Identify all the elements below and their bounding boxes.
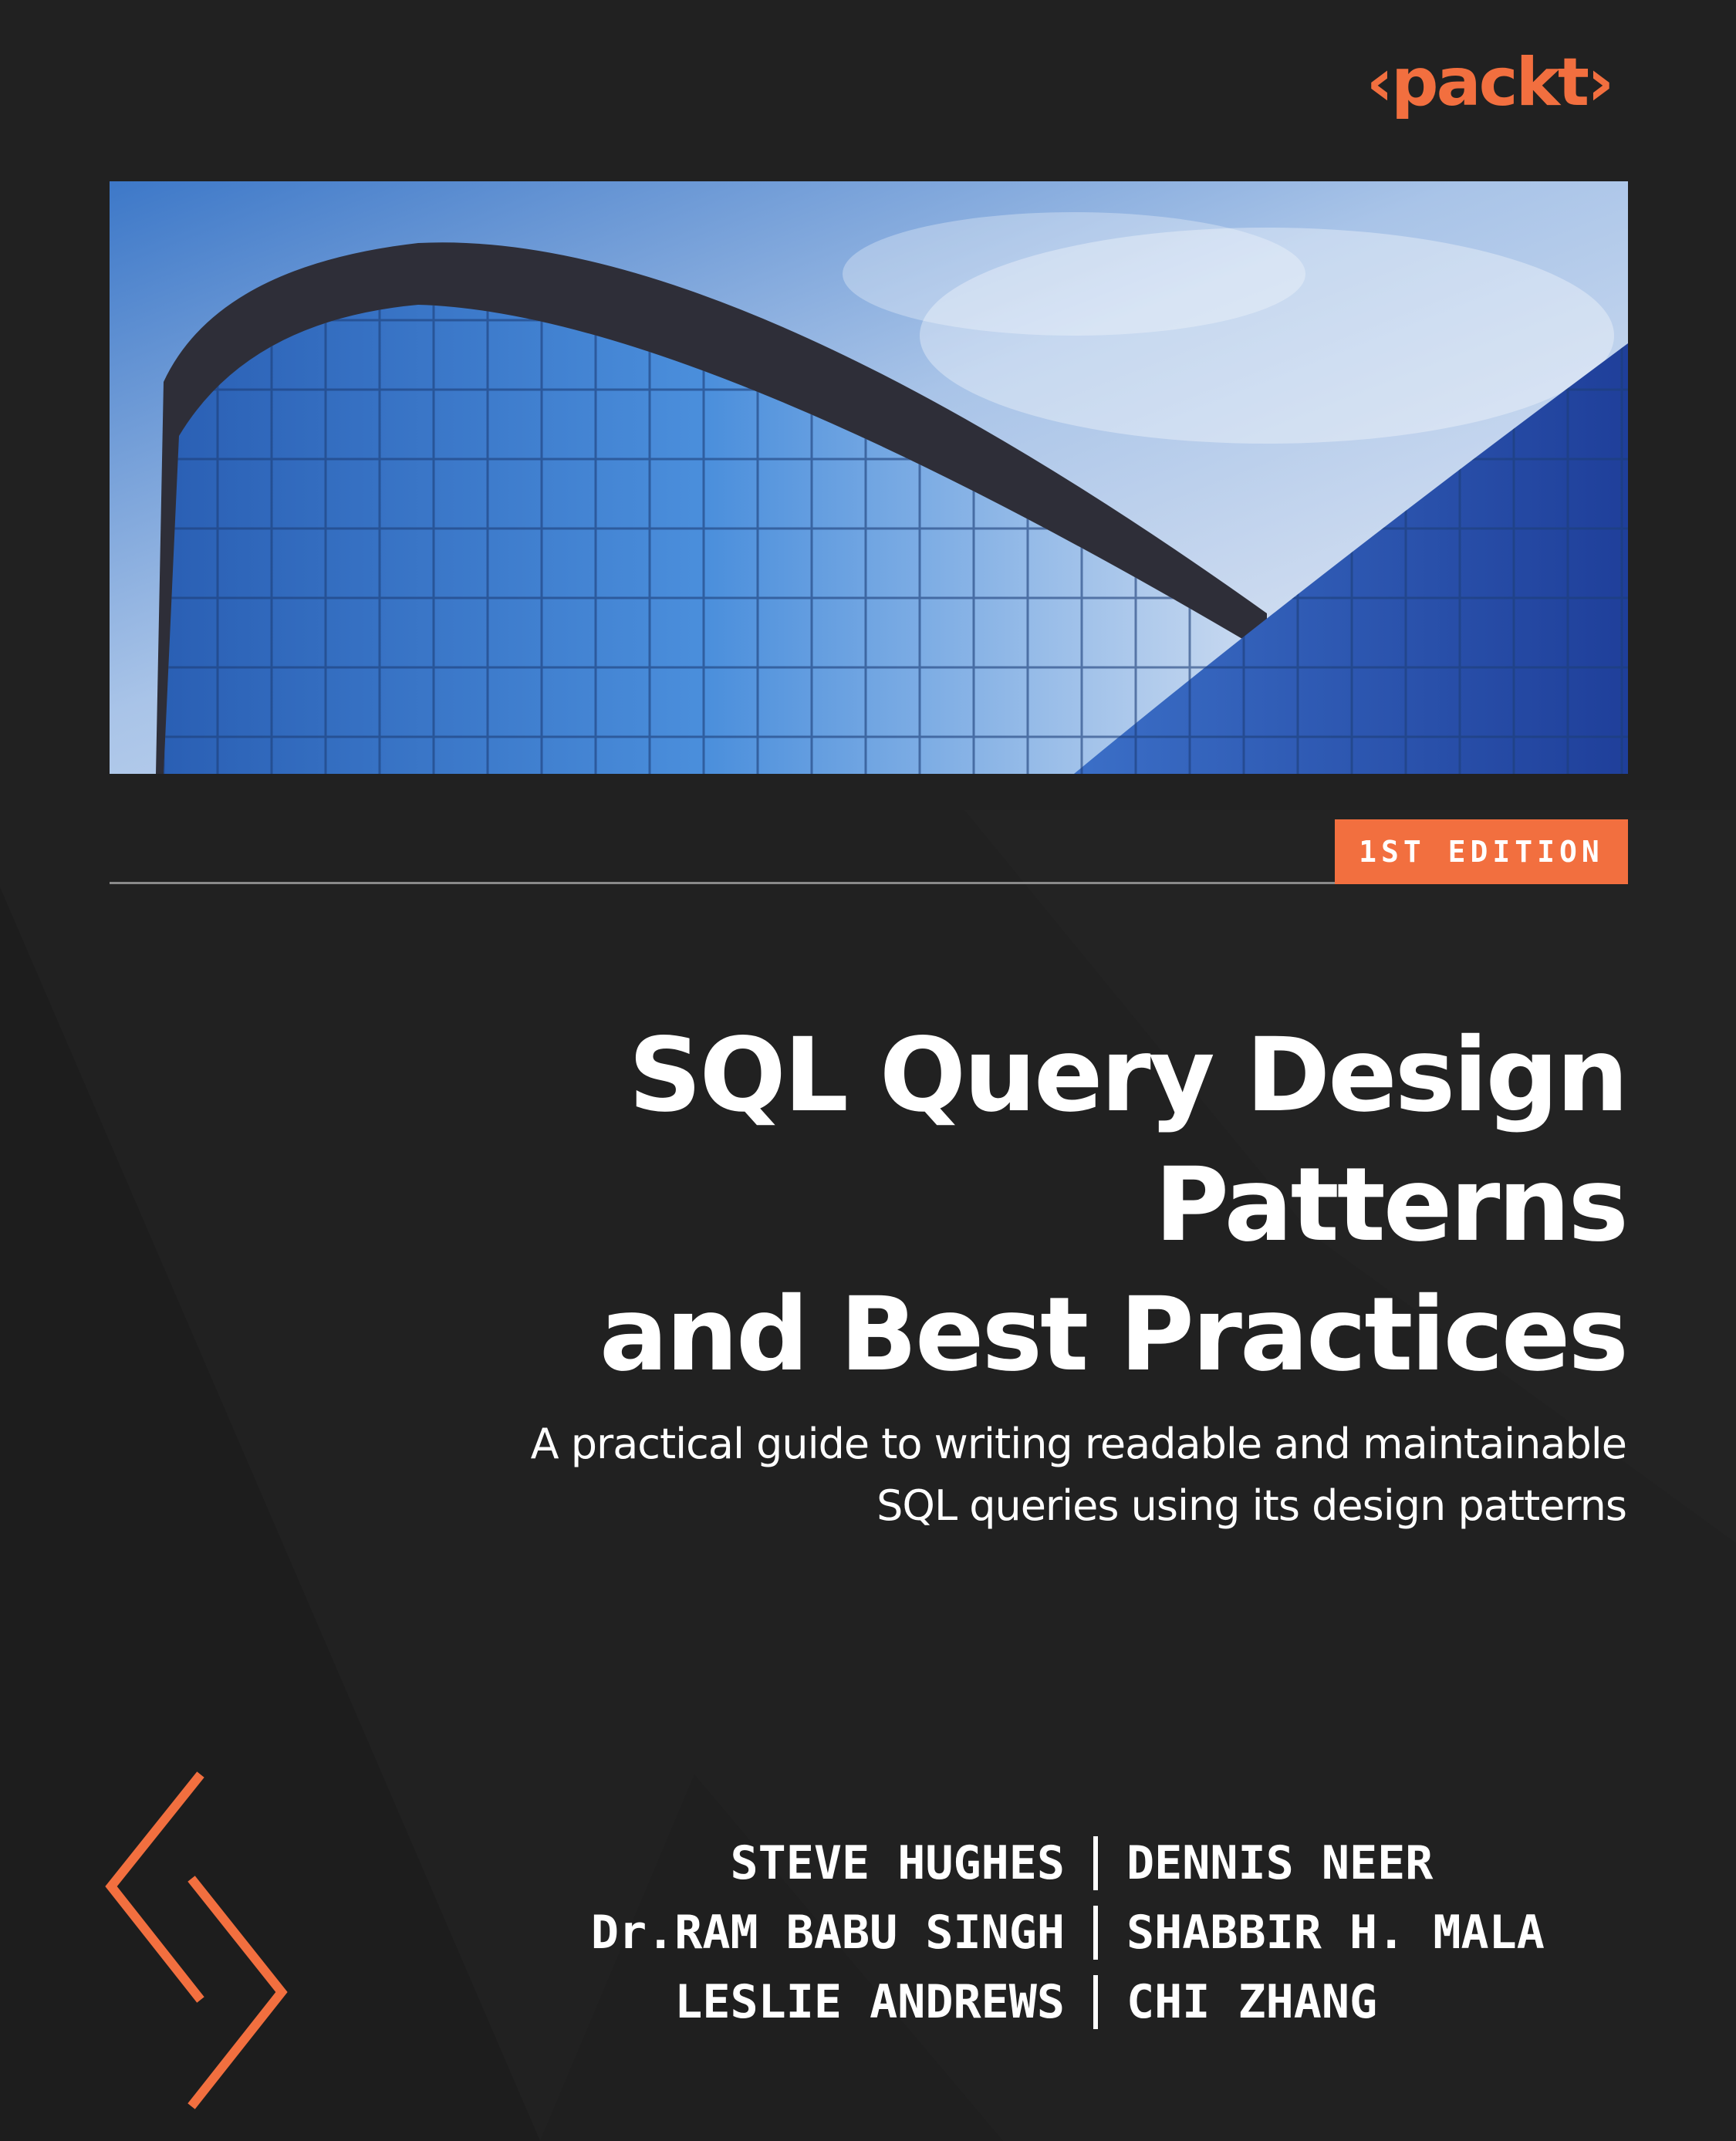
glass-building-illustration <box>110 181 1628 774</box>
author-row: Dr.RAM BABU SINGH SHABBIR H. MALA <box>478 1898 1636 1967</box>
author-name: DENNIS NEER <box>1126 1836 1434 1890</box>
book-title-line-2: and Best Practices <box>599 1275 1629 1394</box>
author-separator <box>1093 1906 1098 1960</box>
book-title-line-1: SQL Query Design Patterns <box>628 1016 1629 1265</box>
author-list: STEVE HUGHES DENNIS NEER Dr.RAM BABU SIN… <box>478 1829 1636 2037</box>
divider-line <box>110 882 1336 884</box>
author-name: LESLIE ANDREWS <box>674 1975 1065 2029</box>
book-subtitle-line-1: A practical guide to writing readable an… <box>530 1420 1627 1468</box>
author-separator <box>1093 1975 1098 2029</box>
book-subtitle-line-2: SQL queries using its design patterns <box>876 1481 1627 1530</box>
author-name: Dr.RAM BABU SINGH <box>590 1906 1065 1960</box>
edition-badge: 1ST EDITION <box>1335 819 1628 884</box>
packt-logo: ‹packt› <box>1366 45 1615 121</box>
author-row: LESLIE ANDREWS CHI ZHANG <box>478 1967 1636 2037</box>
author-name: STEVE HUGHES <box>730 1836 1065 1890</box>
code-chevrons-icon <box>105 1771 288 2109</box>
author-separator <box>1093 1836 1098 1890</box>
author-row: STEVE HUGHES DENNIS NEER <box>478 1829 1636 1898</box>
cover-hero-image <box>110 181 1628 774</box>
packt-logo-text: ‹packt› <box>1366 45 1613 121</box>
book-subtitle: A practical guide to writing readable an… <box>315 1413 1627 1537</box>
author-name: SHABBIR H. MALA <box>1126 1906 1545 1960</box>
book-title: SQL Query Design Patterns and Best Pract… <box>160 1011 1629 1400</box>
author-name: CHI ZHANG <box>1126 1975 1378 2029</box>
